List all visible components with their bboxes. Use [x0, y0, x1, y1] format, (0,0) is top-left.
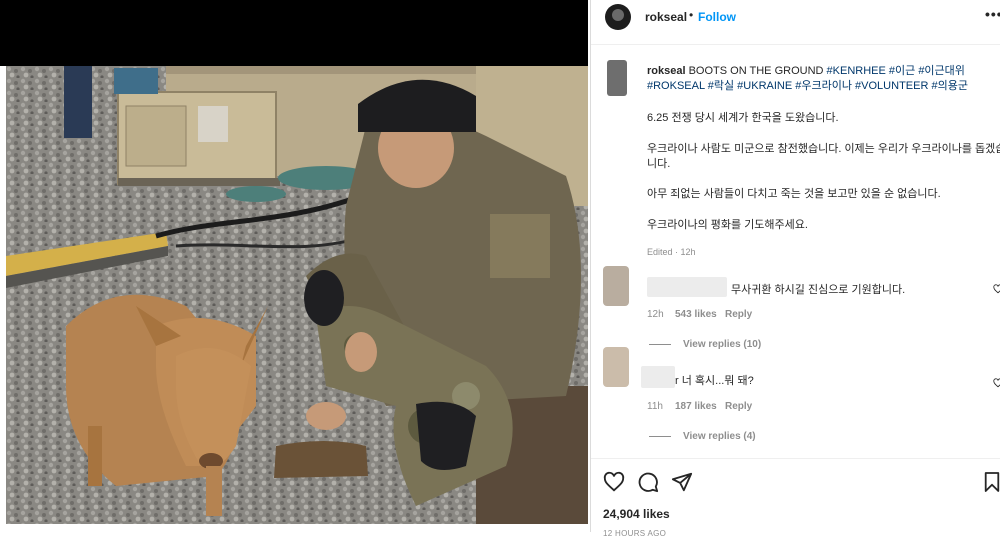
comment-likes-count: 187 likes: [675, 401, 717, 412]
comment-icon[interactable]: [637, 471, 659, 493]
view-replies-button[interactable]: View replies (4): [683, 431, 756, 442]
more-icon[interactable]: •••: [985, 6, 1000, 22]
reply-label: Reply: [725, 309, 753, 320]
heart-icon[interactable]: [603, 471, 625, 493]
caption-paragraph: 우크라이나의 평화를 기도해주세요.: [647, 219, 808, 231]
replies-divider: [649, 436, 671, 437]
hashtag[interactable]: #ROKSEAL: [647, 80, 705, 92]
comment-time: 11h: [647, 401, 663, 412]
username[interactable]: rokseal: [645, 10, 687, 24]
edited-label: Edited · 12h: [647, 247, 696, 257]
redacted-username: [641, 366, 675, 388]
comment-time: 12h: [647, 309, 664, 320]
caption-paragraph: 우크라이나 사람도 미군으로 참전했습니다. 이제는 우리가 우크라이나를 돕겠…: [647, 143, 1000, 170]
caption-username[interactable]: rokseal: [647, 65, 686, 77]
comment-like-heart-icon[interactable]: [993, 378, 1000, 388]
avatar[interactable]: [605, 4, 631, 30]
hashtag[interactable]: #우크라이나: [795, 80, 852, 92]
action-bar: 24,904 likes 12 HOURS AGO: [591, 458, 1000, 538]
caption-paragraph: 아무 죄없는 사람들이 다치고 죽는 것을 보고만 있을 순 없습니다.: [647, 188, 941, 200]
reply-button[interactable]: Reply: [725, 309, 752, 320]
comment-text: r 너 혹시...뭐 돼?: [675, 375, 754, 387]
comment-avatar[interactable]: [603, 266, 629, 306]
hashtag[interactable]: #VOLUNTEER: [855, 80, 928, 92]
caption-paragraph: 6.25 전쟁 당시 세계가 한국을 도왔습니다.: [647, 112, 839, 124]
comment-likes[interactable]: 543 likes: [675, 309, 717, 320]
post-time: 12 HOURS AGO: [603, 529, 667, 538]
hashtag[interactable]: #KENRHEE: [827, 65, 886, 77]
reply-button[interactable]: Reply: [725, 401, 752, 412]
post-header: rokseal • Follow •••: [591, 0, 1000, 45]
caption-avatar[interactable]: [607, 60, 627, 96]
comment-likes[interactable]: 187 likes: [675, 401, 717, 412]
reply-label: Reply: [725, 401, 753, 412]
comment-avatar[interactable]: [603, 347, 629, 387]
like-count[interactable]: 24,904 likes: [603, 507, 670, 521]
replies-divider: [649, 344, 671, 345]
hashtag[interactable]: #이근: [889, 65, 915, 77]
comment-likes-count: 543 likes: [675, 309, 717, 320]
hashtag[interactable]: #락실: [708, 80, 734, 92]
separator: •: [689, 8, 694, 22]
comment-like-heart-icon[interactable]: [993, 284, 1000, 294]
hashtag[interactable]: #이근대위: [918, 65, 965, 77]
hashtag[interactable]: #의용군: [931, 80, 967, 92]
view-replies-button[interactable]: View replies (10): [683, 339, 761, 350]
caption-text: BOOTS ON THE GROUND: [688, 65, 824, 77]
bookmark-icon[interactable]: [983, 471, 1000, 493]
share-icon[interactable]: [671, 471, 693, 493]
post-photo[interactable]: [6, 66, 588, 524]
follow-button[interactable]: Follow: [698, 10, 736, 24]
photo-illustration: [6, 66, 588, 524]
caption: rokseal BOOTS ON THE GROUND #KENRHEE #이근…: [647, 64, 999, 94]
hashtag[interactable]: #UKRAINE: [737, 80, 792, 92]
post-panel: rokseal • Follow ••• rokseal BOOTS ON TH…: [590, 0, 1000, 538]
redacted-username: [647, 277, 727, 297]
top-black-bar: [0, 0, 588, 66]
comment-text: 무사귀환 하시길 진심으로 기원합니다.: [731, 284, 906, 296]
